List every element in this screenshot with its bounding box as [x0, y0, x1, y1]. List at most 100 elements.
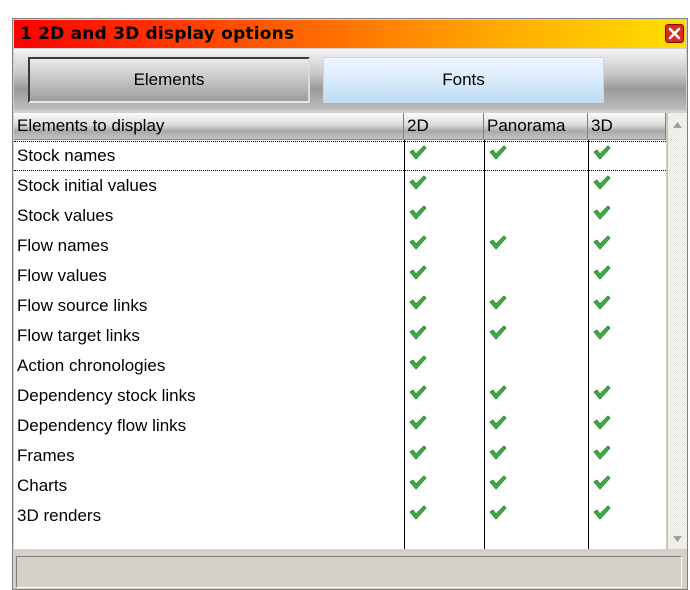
grid-header: Elements to display 2D Panorama 3D: [14, 113, 666, 140]
table-row[interactable]: Stock values: [14, 201, 666, 231]
scrollbar-track[interactable]: [668, 137, 687, 529]
check-icon: [593, 385, 611, 400]
element-name: Flow target links: [17, 326, 140, 345]
check-icon: [489, 385, 507, 400]
check-icon: [409, 265, 427, 280]
table-row[interactable]: Stock names: [14, 141, 666, 171]
checkbox-panorama[interactable]: [485, 141, 589, 171]
checkbox-d3[interactable]: [589, 501, 666, 531]
element-name: Action chronologies: [17, 356, 166, 375]
tab-elements-label: Elements: [133, 70, 205, 89]
checkbox-d2[interactable]: [405, 171, 485, 201]
check-icon: [593, 505, 611, 520]
checkbox-d3[interactable]: [589, 441, 666, 471]
check-icon: [489, 415, 507, 430]
check-icon: [593, 475, 611, 490]
check-icon: [489, 445, 507, 460]
table-row[interactable]: Flow values: [14, 261, 666, 291]
checkbox-d2[interactable]: [405, 261, 485, 291]
column-header-panorama[interactable]: Panorama: [484, 113, 588, 139]
checkbox-d3[interactable]: [589, 231, 666, 261]
check-icon: [409, 385, 427, 400]
checkbox-d3[interactable]: [589, 381, 666, 411]
checkbox-d2[interactable]: [405, 231, 485, 261]
element-name: Charts: [17, 476, 68, 495]
table-row[interactable]: 3D renders: [14, 501, 666, 531]
column-header-2d[interactable]: 2D: [404, 113, 484, 139]
check-icon: [409, 475, 427, 490]
checkbox-d2[interactable]: [405, 291, 485, 321]
scroll-down-button[interactable]: [668, 529, 687, 549]
checkbox-d2[interactable]: [405, 141, 485, 171]
checkbox-d3[interactable]: [589, 261, 666, 291]
check-icon: [593, 145, 611, 160]
checkbox-panorama[interactable]: [485, 381, 589, 411]
check-icon: [409, 295, 427, 310]
checkbox-d2[interactable]: [405, 471, 485, 501]
checkbox-panorama[interactable]: [485, 471, 589, 501]
checkbox-d3[interactable]: [589, 411, 666, 441]
checkbox-panorama[interactable]: [485, 351, 589, 381]
checkbox-d3[interactable]: [589, 201, 666, 231]
checkbox-panorama[interactable]: [485, 171, 589, 201]
elements-grid: Elements to display 2D Panorama 3D Stock…: [14, 113, 666, 549]
table-row[interactable]: Flow names: [14, 231, 666, 261]
element-name: Stock names: [17, 146, 116, 165]
checkbox-panorama[interactable]: [485, 291, 589, 321]
tab-fonts-label: Fonts: [442, 70, 485, 89]
table-row[interactable]: Action chronologies: [14, 351, 666, 381]
check-icon: [489, 475, 507, 490]
check-icon: [593, 415, 611, 430]
column-header-3d[interactable]: 3D: [588, 113, 666, 139]
checkbox-d3[interactable]: [589, 291, 666, 321]
checkbox-panorama[interactable]: [485, 321, 589, 351]
checkbox-d3[interactable]: [589, 171, 666, 201]
check-icon: [593, 325, 611, 340]
table-row[interactable]: Charts: [14, 471, 666, 501]
checkbox-panorama[interactable]: [485, 231, 589, 261]
checkbox-panorama[interactable]: [485, 261, 589, 291]
checkbox-d2[interactable]: [405, 351, 485, 381]
checkbox-d3[interactable]: [589, 471, 666, 501]
table-row[interactable]: Dependency stock links: [14, 381, 666, 411]
check-icon: [593, 205, 611, 220]
checkbox-d2[interactable]: [405, 381, 485, 411]
checkbox-panorama[interactable]: [485, 201, 589, 231]
close-button[interactable]: [665, 24, 684, 43]
tab-fonts[interactable]: Fonts: [323, 57, 604, 103]
checkbox-panorama[interactable]: [485, 411, 589, 441]
checkbox-panorama[interactable]: [485, 501, 589, 531]
title-bar[interactable]: 1 2D and 3D display options: [14, 20, 686, 48]
tab-bar: Elements Fonts: [14, 49, 686, 110]
check-icon: [489, 505, 507, 520]
element-name: Flow source links: [17, 296, 148, 315]
table-row[interactable]: Flow source links: [14, 291, 666, 321]
checkbox-panorama[interactable]: [485, 441, 589, 471]
element-name: Stock initial values: [17, 176, 157, 195]
column-header-elements[interactable]: Elements to display: [14, 113, 404, 139]
check-icon: [409, 325, 427, 340]
tab-elements[interactable]: Elements: [28, 57, 310, 103]
scroll-up-arrow-icon: [673, 122, 682, 128]
vertical-scrollbar[interactable]: [667, 113, 687, 549]
checkbox-d3[interactable]: [589, 321, 666, 351]
element-name: Frames: [17, 446, 75, 465]
checkbox-d2[interactable]: [405, 441, 485, 471]
checkbox-d3[interactable]: [589, 141, 666, 171]
checkbox-d3[interactable]: [589, 351, 666, 381]
checkbox-d2[interactable]: [405, 201, 485, 231]
scroll-up-button[interactable]: [668, 115, 687, 135]
checkbox-d2[interactable]: [405, 411, 485, 441]
check-icon: [593, 265, 611, 280]
table-row[interactable]: Flow target links: [14, 321, 666, 351]
scroll-down-arrow-icon: [673, 536, 682, 542]
table-row[interactable]: Dependency flow links: [14, 411, 666, 441]
check-icon: [593, 295, 611, 310]
table-row[interactable]: Frames: [14, 441, 666, 471]
check-icon: [409, 175, 427, 190]
checkbox-d2[interactable]: [405, 321, 485, 351]
check-icon: [489, 325, 507, 340]
check-icon: [409, 235, 427, 250]
table-row[interactable]: Stock initial values: [14, 171, 666, 201]
checkbox-d2[interactable]: [405, 501, 485, 531]
